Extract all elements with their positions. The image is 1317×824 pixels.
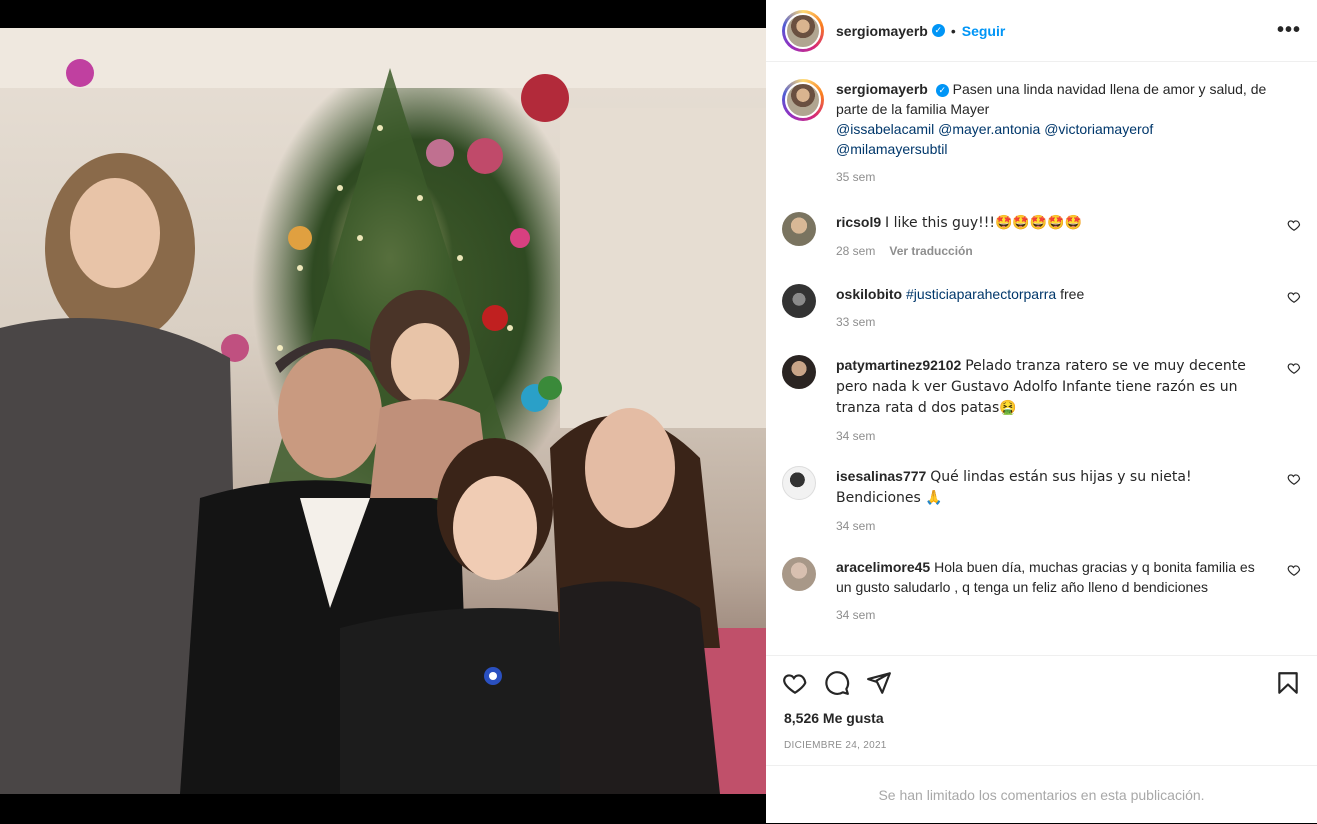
separator-dot: •	[950, 22, 956, 39]
comment-time[interactable]: 34 sem	[836, 429, 875, 443]
commenter-avatar[interactable]	[782, 284, 816, 318]
commenter-avatar[interactable]	[782, 212, 816, 246]
comment-time[interactable]: 34 sem	[836, 519, 875, 533]
likes-count[interactable]: 8,526 Me gusta	[784, 710, 1317, 726]
comment-text: free	[1056, 286, 1085, 302]
mention-link[interactable]: @mayer.antonia	[938, 121, 1040, 137]
commenter-username[interactable]: ricsol9	[836, 214, 881, 230]
share-paper-plane-icon[interactable]	[866, 670, 892, 696]
comment-item: oskilobito #justiciaparahectorparra free…	[782, 284, 1301, 332]
comment-time[interactable]: 33 sem	[836, 315, 875, 329]
comment-bubble-icon[interactable]	[824, 670, 850, 696]
mention-link[interactable]: @milamayersubtil	[836, 141, 947, 157]
post-photo[interactable]	[0, 28, 766, 794]
comments-list[interactable]: sergiomayerb ✓ Pasen una linda navidad l…	[766, 63, 1317, 655]
comment-item: aracelimore45 Hola buen día, muchas grac…	[782, 557, 1301, 625]
verified-badge-icon: ✓	[935, 83, 949, 97]
author-avatar[interactable]	[782, 9, 824, 52]
caption-username[interactable]: sergiomayerb	[836, 81, 928, 97]
follow-button[interactable]: Seguir	[962, 23, 1006, 39]
commenter-username[interactable]: oskilobito	[836, 286, 902, 302]
comment-item: ricsol9 I like this guy!!!🤩🤩🤩🤩🤩 28 sem Ve…	[782, 212, 1301, 261]
commenter-username[interactable]: aracelimore45	[836, 559, 930, 575]
like-heart-icon[interactable]	[782, 670, 808, 696]
more-options-icon[interactable]: •••	[1277, 19, 1301, 42]
mention-link[interactable]: @victoriamayerof	[1044, 121, 1153, 137]
see-translation-button[interactable]: Ver traducción	[889, 244, 972, 258]
post-panel: sergiomayerb ✓ • Seguir ••• sergiomayerb…	[766, 0, 1317, 823]
mention-link[interactable]: @issabelacamil	[836, 121, 934, 137]
like-comment-heart-icon[interactable]	[1287, 218, 1301, 232]
commenter-username[interactable]: patymartinez92102	[836, 357, 961, 373]
verified-badge-icon: ✓	[931, 24, 945, 37]
comment-text: I like this guy!!!🤩🤩🤩🤩🤩	[885, 215, 1083, 231]
author-username[interactable]: sergiomayerb	[836, 23, 928, 39]
caption: sergiomayerb ✓ Pasen una linda navidad l…	[782, 79, 1301, 187]
post-header: sergiomayerb ✓ • Seguir •••	[766, 0, 1317, 62]
caption-avatar[interactable]	[782, 79, 824, 121]
post-date[interactable]: DICIEMBRE 24, 2021	[784, 740, 1317, 751]
caption-time[interactable]: 35 sem	[836, 170, 875, 184]
like-comment-heart-icon[interactable]	[1287, 361, 1301, 375]
post-actions: 8,526 Me gusta DICIEMBRE 24, 2021	[766, 655, 1317, 766]
hashtag-link[interactable]: #justiciaparahectorparra	[906, 286, 1056, 302]
comment-item: isesalinas777 Qué lindas están sus hijas…	[782, 466, 1301, 536]
like-comment-heart-icon[interactable]	[1287, 472, 1301, 486]
commenter-avatar[interactable]	[782, 466, 816, 500]
commenter-avatar[interactable]	[782, 557, 816, 591]
commenter-username[interactable]: isesalinas777	[836, 468, 926, 484]
like-comment-heart-icon[interactable]	[1287, 563, 1301, 577]
comment-time[interactable]: 34 sem	[836, 608, 875, 622]
commenter-avatar[interactable]	[782, 355, 816, 389]
save-bookmark-icon[interactable]	[1275, 670, 1301, 696]
comments-limited-notice: Se han limitado los comentarios en esta …	[766, 765, 1317, 824]
comment-time[interactable]: 28 sem	[836, 244, 875, 258]
photo-illustration	[0, 28, 766, 794]
like-comment-heart-icon[interactable]	[1287, 290, 1301, 304]
post-media	[0, 0, 766, 823]
comment-item: patymartinez92102 Pelado tranza ratero s…	[782, 355, 1301, 446]
